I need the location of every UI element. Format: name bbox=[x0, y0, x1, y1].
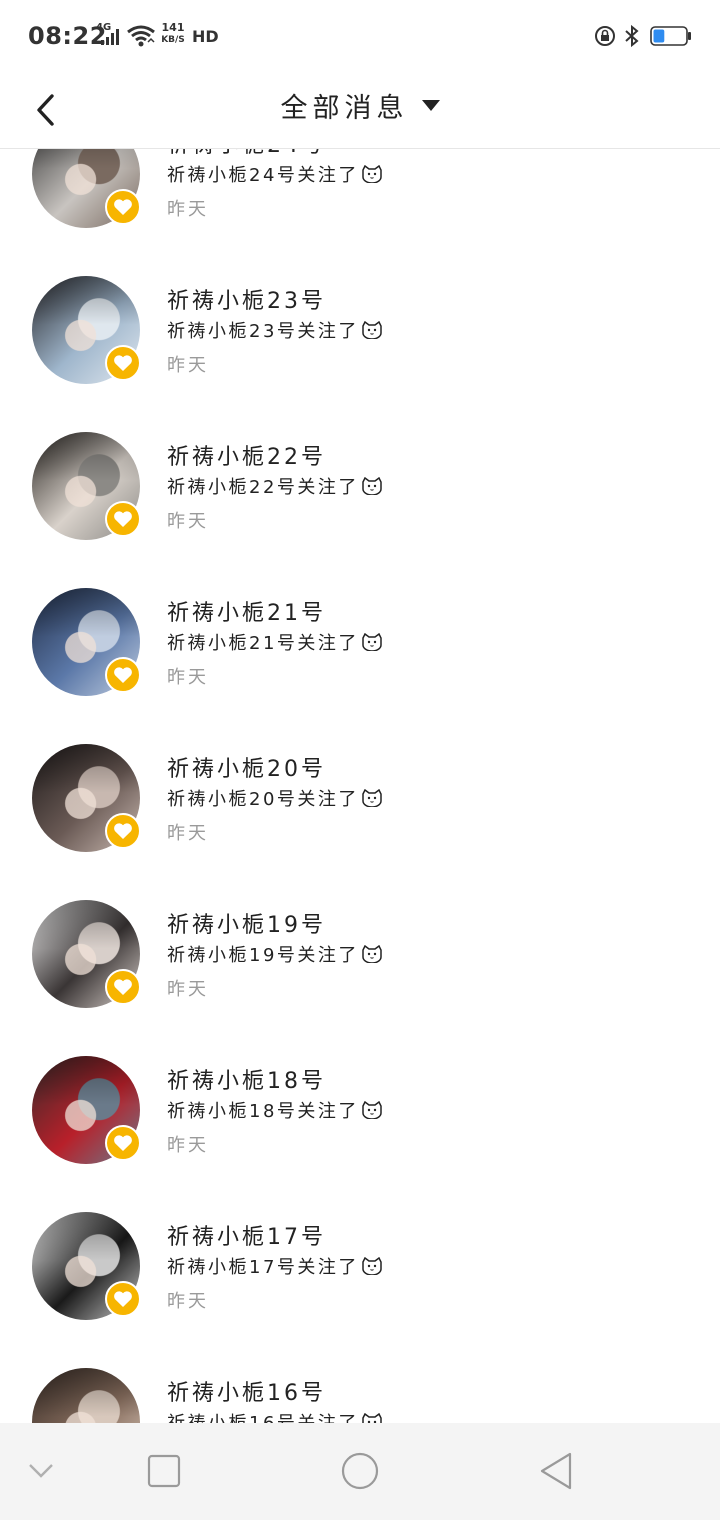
heart-icon bbox=[114, 823, 132, 839]
message-text: 祈祷小栀19号关注了 bbox=[167, 941, 383, 967]
network-speed-value: 141 bbox=[161, 21, 185, 34]
message-item[interactable]: 祈祷小栀17号祈祷小栀17号关注了 昨天 bbox=[0, 1164, 720, 1320]
cat-emoji-icon bbox=[362, 633, 382, 651]
follow-heart-badge bbox=[105, 657, 141, 693]
heart-icon bbox=[114, 511, 132, 527]
sender-name: 祈祷小栀18号 bbox=[167, 1069, 326, 1094]
message-time: 昨天 bbox=[167, 823, 209, 844]
message-time: 昨天 bbox=[167, 511, 209, 532]
status-bar: 08:22 4G 141 KB/S HD bbox=[0, 0, 720, 72]
cat-emoji-icon bbox=[362, 945, 382, 963]
message-list[interactable]: 祈祷小栀24号祈祷小栀24号关注了昨天祈祷小栀23号祈祷小栀23号关注了昨天祈祷… bbox=[0, 149, 720, 1423]
sender-name: 祈祷小栀20号 bbox=[167, 757, 326, 782]
network-speed: 141 KB/S bbox=[158, 22, 188, 46]
page-title: 全部消息 bbox=[280, 93, 409, 124]
sender-name: 祈祷小栀23号 bbox=[167, 289, 326, 314]
message-time: 昨天 bbox=[167, 1291, 209, 1312]
cat-emoji-icon bbox=[362, 165, 382, 183]
message-text: 祈祷小栀23号关注了 bbox=[167, 317, 383, 343]
sender-name: 祈祷小栀24号 bbox=[167, 149, 326, 159]
sender-name: 祈祷小栀21号 bbox=[167, 601, 326, 626]
hd-icon: HD bbox=[192, 24, 219, 48]
sender-name: 祈祷小栀19号 bbox=[167, 913, 326, 938]
message-item[interactable]: 祈祷小栀20号祈祷小栀20号关注了 昨天 bbox=[0, 696, 720, 852]
message-time: 昨天 bbox=[167, 355, 209, 376]
message-time: 昨天 bbox=[167, 979, 209, 1000]
caret-down-icon bbox=[421, 99, 440, 111]
sender-name: 祈祷小栀17号 bbox=[167, 1225, 326, 1250]
cat-emoji-icon bbox=[362, 321, 382, 339]
message-text-label: 祈祷小栀22号关注了 bbox=[167, 477, 359, 498]
message-time: 昨天 bbox=[167, 667, 209, 688]
follow-heart-badge bbox=[105, 189, 141, 225]
message-item[interactable]: 祈祷小栀19号祈祷小栀19号关注了 昨天 bbox=[0, 852, 720, 1008]
heart-icon bbox=[114, 355, 132, 371]
message-text: 祈祷小栀16号关注了 bbox=[167, 1409, 383, 1423]
signal-icon bbox=[101, 29, 119, 45]
follow-heart-badge bbox=[105, 501, 141, 537]
message-text-label: 祈祷小栀24号关注了 bbox=[167, 165, 359, 186]
message-text-label: 祈祷小栀21号关注了 bbox=[167, 633, 359, 654]
message-text-label: 祈祷小栀19号关注了 bbox=[167, 945, 359, 966]
message-text: 祈祷小栀24号关注了 bbox=[167, 161, 383, 187]
avatar[interactable] bbox=[32, 1368, 140, 1423]
message-text: 祈祷小栀22号关注了 bbox=[167, 473, 383, 499]
message-text-label: 祈祷小栀16号关注了 bbox=[167, 1413, 359, 1423]
collapse-chevron-icon[interactable] bbox=[26, 1461, 56, 1481]
top-bar: 全部消息 bbox=[0, 72, 720, 149]
message-item[interactable]: 祈祷小栀22号祈祷小栀22号关注了 昨天 bbox=[0, 384, 720, 540]
message-filter-dropdown[interactable]: 全部消息 bbox=[0, 86, 720, 125]
bluetooth-icon bbox=[625, 24, 639, 48]
follow-heart-badge bbox=[105, 813, 141, 849]
follow-heart-badge bbox=[105, 1125, 141, 1161]
wifi-icon bbox=[127, 25, 155, 47]
message-text: 祈祷小栀21号关注了 bbox=[167, 629, 383, 655]
hd-label: HD bbox=[192, 27, 219, 46]
battery-icon bbox=[650, 26, 691, 46]
cat-emoji-icon bbox=[362, 1101, 382, 1119]
message-item[interactable]: 祈祷小栀16号祈祷小栀16号关注了 bbox=[0, 1320, 720, 1423]
message-text: 祈祷小栀17号关注了 bbox=[167, 1253, 383, 1279]
message-item[interactable]: 祈祷小栀18号祈祷小栀18号关注了 昨天 bbox=[0, 1008, 720, 1164]
message-item[interactable]: 祈祷小栀24号祈祷小栀24号关注了昨天 bbox=[0, 149, 720, 228]
follow-heart-badge bbox=[105, 345, 141, 381]
message-text-label: 祈祷小栀20号关注了 bbox=[167, 789, 359, 810]
sender-name: 祈祷小栀16号 bbox=[167, 1381, 326, 1406]
heart-icon bbox=[114, 979, 132, 995]
cat-emoji-icon bbox=[362, 477, 382, 495]
message-text-label: 祈祷小栀17号关注了 bbox=[167, 1257, 359, 1278]
message-time: 昨天 bbox=[167, 1135, 209, 1156]
back-triangle-icon[interactable] bbox=[538, 1451, 574, 1491]
follow-heart-badge bbox=[105, 969, 141, 1005]
heart-icon bbox=[114, 1135, 132, 1151]
heart-icon bbox=[114, 199, 132, 215]
message-item[interactable]: 祈祷小栀23号祈祷小栀23号关注了 昨天 bbox=[0, 228, 720, 384]
cat-emoji-icon bbox=[362, 1413, 382, 1423]
recents-square-icon[interactable] bbox=[147, 1454, 181, 1488]
sender-name: 祈祷小栀22号 bbox=[167, 445, 326, 470]
home-circle-icon[interactable] bbox=[340, 1451, 380, 1491]
message-text-label: 祈祷小栀18号关注了 bbox=[167, 1101, 359, 1122]
system-nav-bar bbox=[0, 1423, 720, 1520]
message-text-label: 祈祷小栀23号关注了 bbox=[167, 321, 359, 342]
network-speed-unit: KB/S bbox=[161, 35, 185, 45]
message-text: 祈祷小栀20号关注了 bbox=[167, 785, 383, 811]
cat-emoji-icon bbox=[362, 789, 382, 807]
message-time: 昨天 bbox=[167, 199, 209, 220]
heart-icon bbox=[114, 667, 132, 683]
message-item[interactable]: 祈祷小栀21号祈祷小栀21号关注了 昨天 bbox=[0, 540, 720, 696]
cat-emoji-icon bbox=[362, 1257, 382, 1275]
heart-icon bbox=[114, 1291, 132, 1307]
rotation-lock-icon bbox=[595, 26, 615, 46]
follow-heart-badge bbox=[105, 1281, 141, 1317]
message-text: 祈祷小栀18号关注了 bbox=[167, 1097, 383, 1123]
